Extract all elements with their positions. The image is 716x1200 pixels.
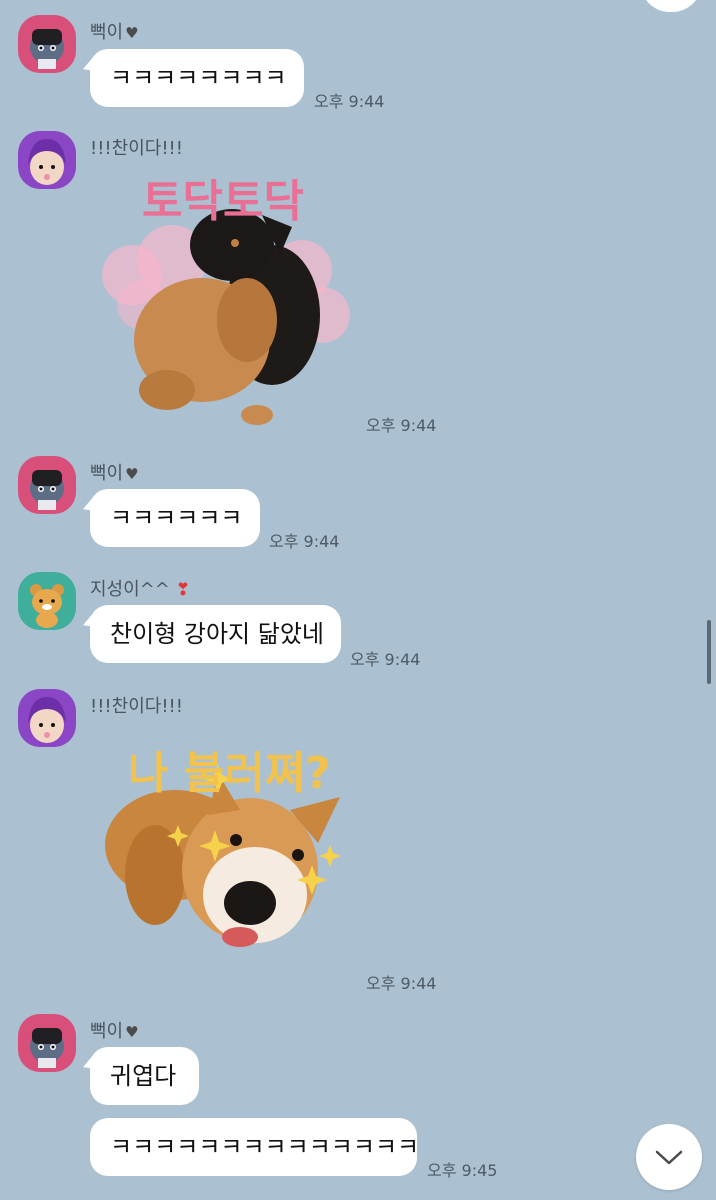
avatar-ppeoki[interactable] xyxy=(18,456,76,514)
message-text: 찬이형 강아지 닮았네 xyxy=(110,620,324,648)
message-bubble[interactable]: ㅋㅋㅋㅋㅋㅋㅋㅋㅋㅋㅋㅋㅋㅋ xyxy=(90,1118,420,1176)
dark-heart-icon: ♥ xyxy=(125,465,139,483)
top-floating-button[interactable] xyxy=(640,0,702,12)
message-time: 오후 9:44 xyxy=(366,416,437,435)
avatar-jiseong[interactable] xyxy=(18,572,76,630)
message-text: ㅋㅋㅋㅋㅋㅋㅋㅋ xyxy=(110,64,287,92)
message-bubble[interactable]: ㅋㅋㅋㅋㅋㅋㅋㅋ xyxy=(90,49,304,107)
sticker-caption: 토닥토닥 xyxy=(142,176,304,227)
scroll-to-bottom-button[interactable] xyxy=(636,1124,702,1190)
sender-name: 뻑이 ♥ xyxy=(90,1021,139,1042)
message-bubble[interactable]: 귀엽다 xyxy=(90,1047,199,1105)
message-bubble[interactable]: 찬이형 강아지 닮았네 xyxy=(90,605,341,663)
sticker-shiba[interactable]: 나 불러쪄? xyxy=(100,725,360,993)
sender-name: !!!찬이다!!! xyxy=(90,138,183,159)
message-time: 오후 9:45 xyxy=(427,1161,498,1180)
message-time: 오후 9:44 xyxy=(269,532,340,551)
dark-heart-icon: ♥ xyxy=(125,1023,139,1041)
sender-name: !!!찬이다!!! xyxy=(90,696,183,717)
avatar-chan[interactable] xyxy=(18,131,76,189)
sender-name: 뻑이 ♥ xyxy=(90,22,139,43)
chat-room: 뻑이 ♥ ㅋㅋㅋㅋㅋㅋㅋㅋ 오후 9:44 !!!찬이다!!! 토닥토닥 오후 … xyxy=(0,0,716,1200)
sticker-dogs-hug[interactable]: 토닥토닥 xyxy=(92,165,357,435)
sticker-caption: 나 불러쪄? xyxy=(128,748,331,799)
message-bubble[interactable]: ㅋㅋㅋㅋㅋㅋ xyxy=(90,489,260,547)
avatar-chan[interactable] xyxy=(18,689,76,747)
sender-name: 뻑이 ♥ xyxy=(90,463,139,484)
avatar-ppeoki[interactable] xyxy=(18,1014,76,1072)
chevron-down-icon xyxy=(655,1150,683,1165)
message-text: ㅋㅋㅋㅋㅋㅋ xyxy=(110,504,243,532)
message-text: 귀엽다 xyxy=(110,1062,177,1090)
red-heart-icon: ❣ xyxy=(175,580,191,600)
message-time: 오후 9:44 xyxy=(350,650,421,669)
message-time: 오후 9:44 xyxy=(366,974,437,993)
sender-name: 지성이^^ ❣ xyxy=(90,579,191,600)
message-time: 오후 9:44 xyxy=(314,92,385,111)
scrollbar[interactable] xyxy=(707,620,711,684)
avatar-ppeoki[interactable] xyxy=(18,15,76,73)
dark-heart-icon: ♥ xyxy=(125,24,139,42)
message-text: ㅋㅋㅋㅋㅋㅋㅋㅋㅋㅋㅋㅋㅋㅋ xyxy=(110,1133,420,1161)
